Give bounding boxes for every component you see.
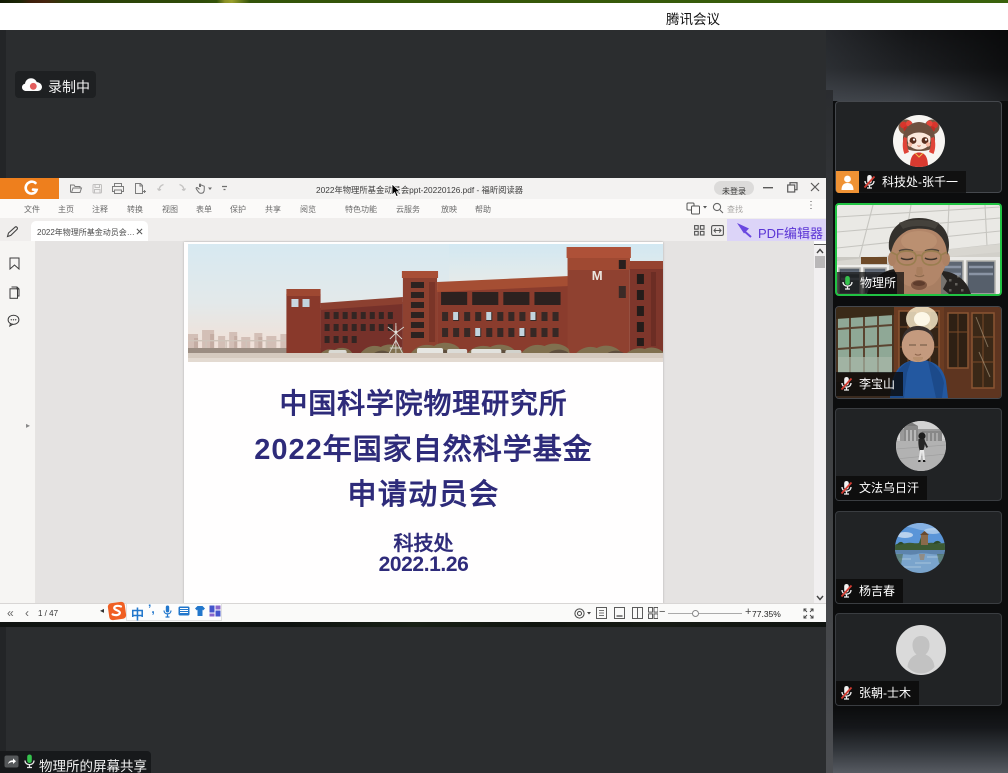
svg-text:M: M xyxy=(592,268,603,283)
